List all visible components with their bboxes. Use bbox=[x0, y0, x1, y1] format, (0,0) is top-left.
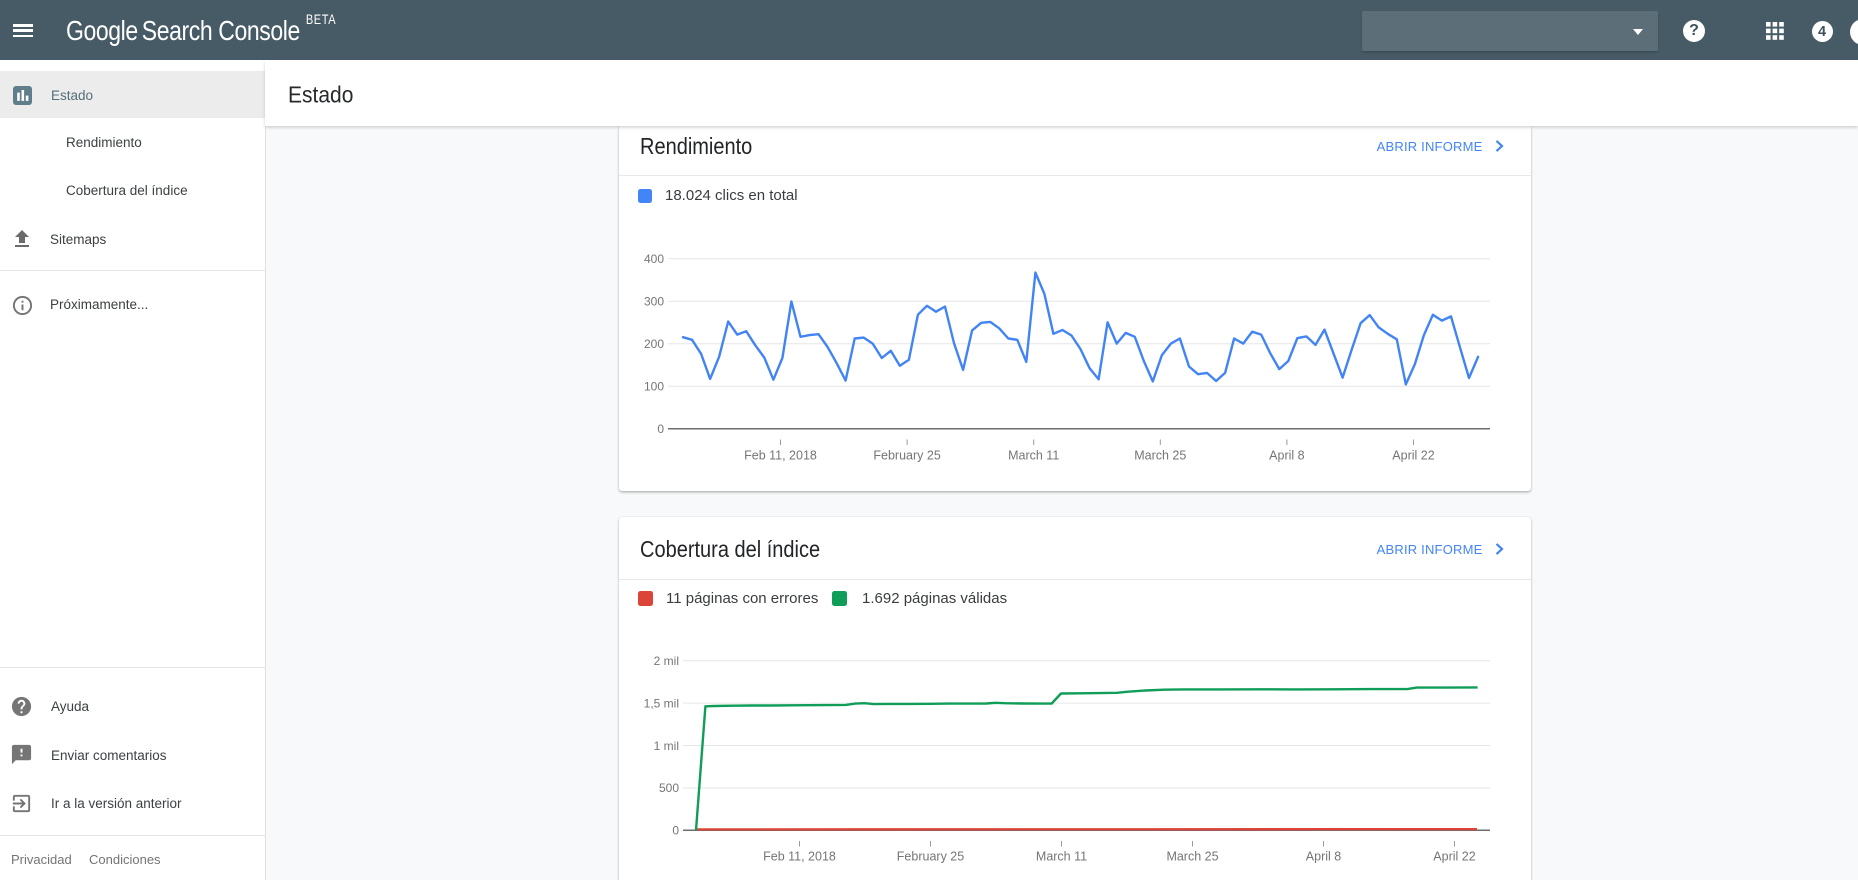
svg-text:April 22: April 22 bbox=[1433, 850, 1475, 864]
svg-text:March 25: March 25 bbox=[1134, 449, 1186, 463]
svg-text:200: 200 bbox=[644, 337, 664, 351]
svg-text:500: 500 bbox=[659, 781, 679, 795]
svg-text:2 mil: 2 mil bbox=[654, 654, 679, 668]
svg-text:Feb 11, 2018: Feb 11, 2018 bbox=[763, 850, 836, 864]
svg-text:April 22: April 22 bbox=[1392, 449, 1434, 463]
svg-text:March 25: March 25 bbox=[1166, 850, 1218, 864]
svg-text:March 11: March 11 bbox=[1008, 449, 1059, 463]
svg-text:February 25: February 25 bbox=[873, 449, 940, 463]
svg-text:February 25: February 25 bbox=[897, 850, 964, 864]
svg-text:400: 400 bbox=[644, 252, 664, 266]
svg-text:1 mil: 1 mil bbox=[654, 739, 679, 753]
svg-text:0: 0 bbox=[657, 422, 664, 436]
svg-text:0: 0 bbox=[672, 824, 679, 838]
svg-text:April 8: April 8 bbox=[1306, 850, 1341, 864]
svg-text:1,5 mil: 1,5 mil bbox=[644, 696, 679, 710]
svg-text:March 11: March 11 bbox=[1036, 850, 1087, 864]
svg-text:300: 300 bbox=[644, 295, 664, 309]
svg-text:Feb 11, 2018: Feb 11, 2018 bbox=[744, 449, 817, 463]
svg-text:April 8: April 8 bbox=[1269, 449, 1304, 463]
svg-text:100: 100 bbox=[644, 380, 664, 394]
